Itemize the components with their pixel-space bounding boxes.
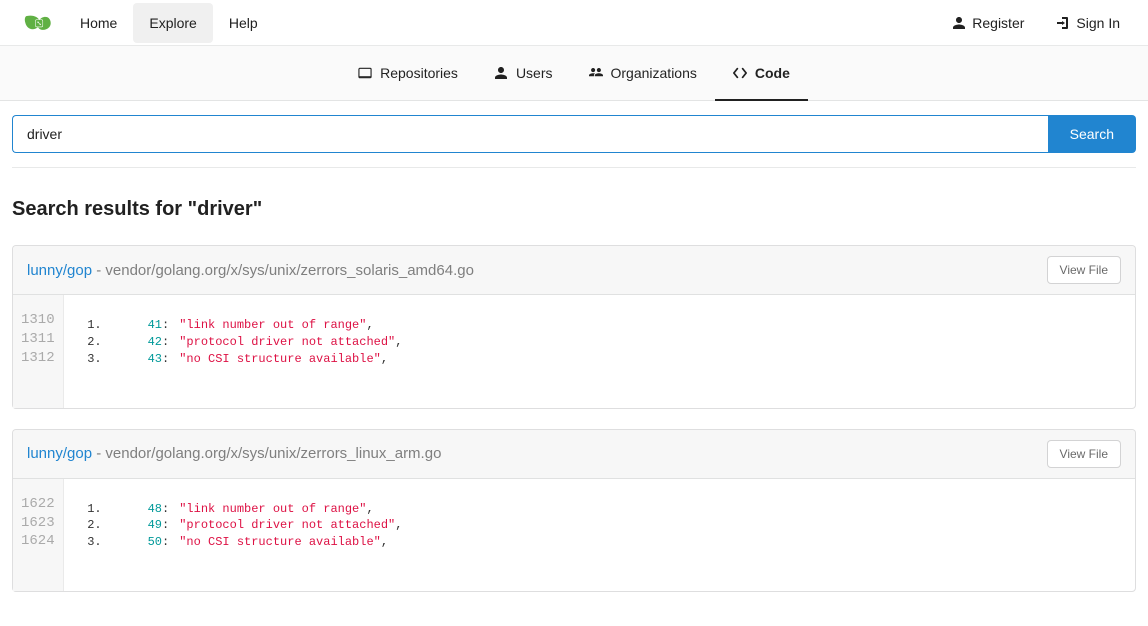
comma: , — [381, 534, 388, 551]
code-block: 1. 48: "link number out of range", 2. 49… — [64, 479, 1135, 592]
nav-sign-in-label: Sign In — [1076, 15, 1120, 31]
map-key: 42 — [148, 334, 162, 351]
search-button[interactable]: Search — [1048, 115, 1136, 153]
file-line-number: 1623 — [21, 514, 55, 533]
top-nav-left: Home Explore Help — [12, 0, 274, 45]
comma: , — [395, 517, 402, 534]
view-file-button[interactable]: View File — [1047, 256, 1121, 284]
content: Search Search results for "driver" lunny… — [0, 101, 1148, 626]
nav-sign-in[interactable]: Sign In — [1040, 3, 1136, 43]
code-line: 3. 50: "no CSI structure available", — [84, 534, 1121, 551]
top-nav: Home Explore Help Register Sign In — [0, 0, 1148, 46]
colon: : — [162, 334, 169, 351]
code-block: 1. 41: "link number out of range", 2. 42… — [64, 295, 1135, 408]
repo-icon — [358, 66, 372, 80]
string-literal: "protocol driver not attached" — [179, 334, 395, 351]
comma: , — [366, 317, 373, 334]
person-icon — [494, 66, 508, 80]
repo-link[interactable]: lunny/gop — [27, 445, 92, 462]
result-header: lunny/gop - vendor/golang.org/x/sys/unix… — [13, 246, 1135, 295]
file-line-number: 1624 — [21, 532, 55, 551]
result-body: 1622 1623 1624 1. 48: "link number out o… — [13, 479, 1135, 592]
colon: : — [162, 501, 169, 518]
match-index: 3. — [84, 534, 102, 551]
sign-in-icon — [1056, 16, 1070, 30]
map-key: 48 — [148, 501, 162, 518]
code-line: 3. 43: "no CSI structure available", — [84, 351, 1121, 368]
comma: , — [395, 334, 402, 351]
logo[interactable] — [12, 12, 64, 34]
result-body: 1310 1311 1312 1. 41: "link number out o… — [13, 295, 1135, 408]
map-key: 50 — [148, 534, 162, 551]
match-index: 2. — [84, 517, 102, 534]
file-line-number: 1312 — [21, 349, 55, 368]
colon: : — [162, 351, 169, 368]
search-result: lunny/gop - vendor/golang.org/x/sys/unix… — [12, 245, 1136, 409]
file-path: - vendor/golang.org/x/sys/unix/zerrors_l… — [92, 445, 441, 462]
file-path: - vendor/golang.org/x/sys/unix/zerrors_s… — [92, 262, 474, 279]
nav-home[interactable]: Home — [64, 3, 133, 43]
colon: : — [162, 517, 169, 534]
tab-code[interactable]: Code — [715, 47, 808, 101]
person-icon — [952, 16, 966, 30]
organization-icon — [589, 66, 603, 80]
repo-link[interactable]: lunny/gop — [27, 262, 92, 279]
map-key: 49 — [148, 517, 162, 534]
file-line-number: 1311 — [21, 330, 55, 349]
tab-code-label: Code — [755, 65, 790, 81]
file-line-number: 1622 — [21, 495, 55, 514]
tab-repositories-label: Repositories — [380, 65, 458, 81]
result-title: lunny/gop - vendor/golang.org/x/sys/unix… — [27, 445, 441, 462]
view-file-button[interactable]: View File — [1047, 440, 1121, 468]
top-nav-right: Register Sign In — [936, 0, 1136, 45]
file-line-numbers: 1622 1623 1624 — [13, 479, 64, 592]
file-line-numbers: 1310 1311 1312 — [13, 295, 64, 408]
colon: : — [162, 534, 169, 551]
match-index: 1. — [84, 501, 102, 518]
search-input[interactable] — [12, 115, 1048, 153]
nav-help[interactable]: Help — [213, 3, 274, 43]
tab-organizations-label: Organizations — [611, 65, 697, 81]
comma: , — [381, 351, 388, 368]
match-index: 2. — [84, 334, 102, 351]
nav-register[interactable]: Register — [936, 3, 1040, 43]
tab-users[interactable]: Users — [476, 46, 571, 100]
map-key: 41 — [148, 317, 162, 334]
tab-repositories[interactable]: Repositories — [340, 46, 476, 100]
tab-organizations[interactable]: Organizations — [571, 46, 715, 100]
code-icon — [733, 66, 747, 80]
code-line: 2. 42: "protocol driver not attached", — [84, 334, 1121, 351]
explore-tabs: Repositories Users Organizations Code — [0, 46, 1148, 101]
tab-users-label: Users — [516, 65, 553, 81]
comma: , — [366, 501, 373, 518]
nav-explore[interactable]: Explore — [133, 3, 212, 43]
code-line: 1. 41: "link number out of range", — [84, 317, 1121, 334]
string-literal: "link number out of range" — [179, 317, 366, 334]
match-index: 1. — [84, 317, 102, 334]
string-literal: "link number out of range" — [179, 501, 366, 518]
code-line: 2. 49: "protocol driver not attached", — [84, 517, 1121, 534]
gitea-logo-icon — [24, 12, 52, 34]
string-literal: "no CSI structure available" — [179, 351, 381, 368]
string-literal: "protocol driver not attached" — [179, 517, 395, 534]
nav-register-label: Register — [972, 15, 1024, 31]
results-title: Search results for "driver" — [12, 198, 1136, 221]
search-result: lunny/gop - vendor/golang.org/x/sys/unix… — [12, 429, 1136, 593]
result-title: lunny/gop - vendor/golang.org/x/sys/unix… — [27, 262, 474, 279]
map-key: 43 — [148, 351, 162, 368]
colon: : — [162, 317, 169, 334]
match-index: 3. — [84, 351, 102, 368]
search-row: Search — [12, 115, 1136, 168]
code-line: 1. 48: "link number out of range", — [84, 501, 1121, 518]
file-line-number: 1310 — [21, 311, 55, 330]
result-header: lunny/gop - vendor/golang.org/x/sys/unix… — [13, 430, 1135, 479]
string-literal: "no CSI structure available" — [179, 534, 381, 551]
